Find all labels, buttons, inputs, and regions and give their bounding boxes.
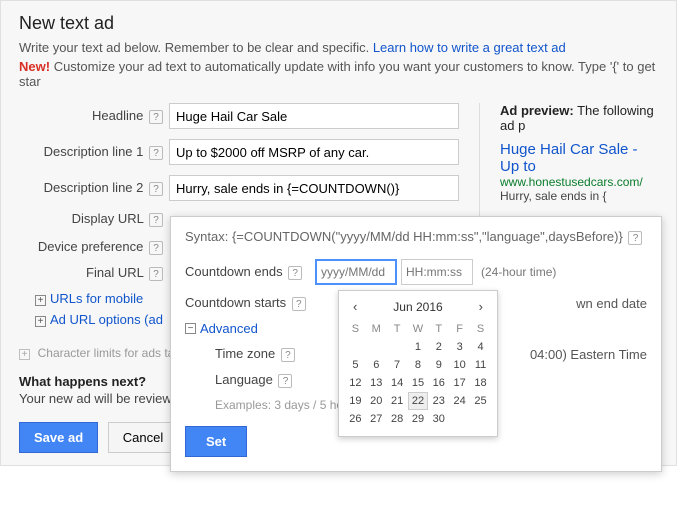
ad-preview-label: Ad preview: <box>500 103 574 118</box>
calendar-day[interactable]: 28 <box>387 410 408 428</box>
calendar-day[interactable]: 26 <box>345 410 366 428</box>
save-button[interactable]: Save ad <box>19 422 98 453</box>
calendar-weekday: S <box>345 320 366 338</box>
desc2-input[interactable] <box>169 175 459 201</box>
calendar-day[interactable]: 17 <box>449 374 470 392</box>
help-icon[interactable]: ? <box>149 110 163 124</box>
calendar-day: . <box>387 338 408 356</box>
calendar-prev[interactable]: ‹ <box>349 299 361 314</box>
desc1-label: Description line 1 <box>44 144 144 159</box>
calendar-day[interactable]: 25 <box>470 392 491 410</box>
help-icon[interactable]: ? <box>292 297 306 311</box>
preview-headline[interactable]: Huge Hail Car Sale - Up to <box>500 141 658 175</box>
starts-tail: wn end date <box>576 296 647 311</box>
calendar-weekday: T <box>428 320 449 338</box>
calendar-day[interactable]: 16 <box>428 374 449 392</box>
calendar-day: . <box>470 410 491 428</box>
preview-url: www.honestusedcars.com/ <box>500 175 658 189</box>
calendar-weekday: W <box>408 320 429 338</box>
calendar-day[interactable]: 20 <box>366 392 387 410</box>
final-url-label: Final URL <box>86 265 143 280</box>
timezone-value: 04:00) Eastern Time <box>530 347 647 362</box>
calendar-day[interactable]: 12 <box>345 374 366 392</box>
calendar-day[interactable]: 8 <box>408 356 429 374</box>
calendar-grid: SMTWTFS ...12345678910111213141516171819… <box>345 320 491 428</box>
set-button[interactable]: Set <box>185 426 247 457</box>
calendar-next[interactable]: › <box>475 299 487 314</box>
calendar-day[interactable]: 18 <box>470 374 491 392</box>
help-icon[interactable]: ? <box>149 182 163 196</box>
plus-icon: + <box>35 316 46 327</box>
device-pref-label: Device preference <box>38 239 144 254</box>
calendar-day[interactable]: 29 <box>408 410 429 428</box>
page-title: New text ad <box>19 13 658 34</box>
calendar-day[interactable]: 13 <box>366 374 387 392</box>
intro2-text: Customize your ad text to automatically … <box>19 59 655 89</box>
language-label: Language <box>215 372 273 387</box>
countdown-end-date-input[interactable] <box>315 259 397 285</box>
calendar-day[interactable]: 27 <box>366 410 387 428</box>
calendar-day[interactable]: 21 <box>387 392 408 410</box>
help-icon[interactable]: ? <box>628 231 642 245</box>
calendar-day: . <box>345 338 366 356</box>
minus-icon[interactable]: − <box>185 323 196 334</box>
calendar-day: . <box>366 338 387 356</box>
calendar-day[interactable]: 15 <box>408 374 429 392</box>
syntax-text: Syntax: {=COUNTDOWN("yyyy/MM/dd HH:mm:ss… <box>185 229 623 244</box>
plus-icon: + <box>35 295 46 306</box>
calendar-day[interactable]: 14 <box>387 374 408 392</box>
calendar-day[interactable]: 30 <box>428 410 449 428</box>
headline-label: Headline <box>92 108 143 123</box>
display-url-label: Display URL <box>72 211 144 226</box>
calendar-day[interactable]: 2 <box>428 338 449 356</box>
calendar-day[interactable]: 19 <box>345 392 366 410</box>
calendar-weekday: S <box>470 320 491 338</box>
calendar-day[interactable]: 5 <box>345 356 366 374</box>
calendar-day[interactable]: 3 <box>449 338 470 356</box>
help-icon[interactable]: ? <box>149 267 163 281</box>
advanced-toggle[interactable]: Advanced <box>200 321 258 336</box>
headline-input[interactable] <box>169 103 459 129</box>
calendar-day[interactable]: 23 <box>428 392 449 410</box>
timezone-label: Time zone <box>215 346 275 361</box>
char-limits-label: Character limits for ads ta <box>38 346 175 360</box>
calendar-day[interactable]: 11 <box>470 356 491 374</box>
help-icon[interactable]: ? <box>278 374 292 388</box>
calendar-day[interactable]: 9 <box>428 356 449 374</box>
countdown-end-time-input[interactable] <box>401 259 473 285</box>
intro-text: Write your text ad below. Remember to be… <box>19 40 369 55</box>
desc1-input[interactable] <box>169 139 459 165</box>
calendar-day[interactable]: 24 <box>449 392 470 410</box>
help-icon[interactable]: ? <box>288 266 302 280</box>
plus-icon[interactable]: + <box>19 349 30 360</box>
calendar-day[interactable]: 7 <box>387 356 408 374</box>
cancel-button[interactable]: Cancel <box>108 422 178 453</box>
calendar-day: . <box>449 410 470 428</box>
help-icon[interactable]: ? <box>281 348 295 362</box>
help-icon[interactable]: ? <box>149 213 163 227</box>
countdown-ends-label: Countdown ends <box>185 264 283 279</box>
desc2-label: Description line 2 <box>44 180 144 195</box>
date-picker: ‹ Jun 2016 › SMTWTFS ...1234567891011121… <box>338 290 498 437</box>
calendar-day[interactable]: 4 <box>470 338 491 356</box>
calendar-day[interactable]: 22 <box>408 392 429 410</box>
calendar-weekday: T <box>387 320 408 338</box>
preview-desc: Hurry, sale ends in { <box>500 189 658 203</box>
calendar-month: Jun 2016 <box>393 300 442 314</box>
learn-link[interactable]: Learn how to write a great text ad <box>373 40 566 55</box>
help-icon[interactable]: ? <box>149 146 163 160</box>
calendar-day[interactable]: 10 <box>449 356 470 374</box>
countdown-starts-label: Countdown starts <box>185 295 286 310</box>
new-badge: New! <box>19 59 50 74</box>
calendar-day[interactable]: 1 <box>408 338 429 356</box>
help-icon[interactable]: ? <box>149 241 163 255</box>
calendar-day[interactable]: 6 <box>366 356 387 374</box>
calendar-weekday: F <box>449 320 470 338</box>
24hr-hint: (24-hour time) <box>481 265 556 279</box>
calendar-weekday: M <box>366 320 387 338</box>
intro-line-1: Write your text ad below. Remember to be… <box>19 40 658 55</box>
intro-line-2: New! Customize your ad text to automatic… <box>19 59 658 89</box>
